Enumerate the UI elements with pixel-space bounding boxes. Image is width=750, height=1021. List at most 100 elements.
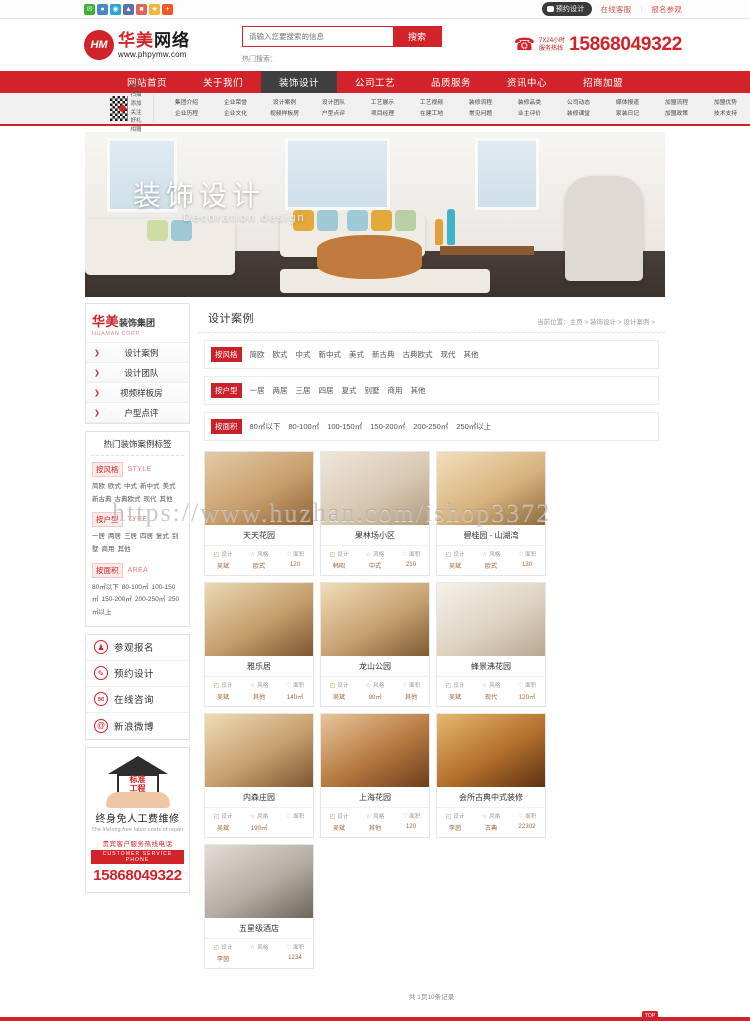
tag-option[interactable]: 150-200㎡ — [102, 596, 132, 603]
subnav-column-10[interactable]: 加盟流程 加盟政策 — [652, 98, 701, 119]
sidebar-item-2[interactable]: ❯ 视频样板房 — [86, 383, 189, 403]
tag-option[interactable]: 欧式 — [108, 483, 121, 490]
tag-option[interactable]: 一居 — [92, 533, 105, 540]
subnav-column-9[interactable]: 媒体报道 家装日记 — [603, 98, 652, 119]
filter-option[interactable]: 其他 — [411, 386, 426, 395]
tag-option[interactable]: 其他 — [160, 496, 173, 503]
weibo-icon[interactable]: ◉ — [110, 3, 121, 15]
filter-option[interactable]: 80-100㎡ — [288, 422, 319, 431]
tag-option[interactable]: 复式 — [156, 533, 169, 540]
case-card[interactable]: 碧桂园 - 山湖湾 ◰ 设计 吴斌 ☆ 风格 欧式 ♡ 面积 130 — [436, 451, 546, 576]
case-thumbnail[interactable] — [437, 583, 545, 656]
subnav-link-top-8[interactable]: 公司动态 — [554, 98, 603, 109]
case-thumbnail[interactable] — [321, 583, 429, 656]
subnav-column-5[interactable]: 工艺视频 在建工地 — [407, 98, 456, 119]
subnav-link-top-5[interactable]: 工艺视频 — [407, 98, 456, 109]
favorite-icon[interactable]: ★ — [149, 3, 160, 15]
subnav-link-bottom-4[interactable]: 项目经理 — [358, 109, 407, 120]
subnav-column-0[interactable]: 集团介绍 企业历程 — [162, 98, 211, 119]
subnav-link-bottom-6[interactable]: 常见问题 — [456, 109, 505, 120]
top-link-signup[interactable]: 报名参观 — [651, 4, 682, 15]
filter-option[interactable]: 其他 — [464, 350, 479, 359]
case-thumbnail[interactable] — [205, 714, 313, 787]
tag-option[interactable]: 200-250㎡ — [135, 596, 165, 603]
filter-option[interactable]: 80㎡以下 — [250, 422, 281, 431]
tag-option[interactable]: 中式 — [124, 483, 137, 490]
case-thumbnail[interactable] — [205, 452, 313, 525]
case-card[interactable]: 雅乐居 ◰ 设计 吴斌 ☆ 风格 其他 ♡ 面积 140㎡ — [204, 582, 314, 707]
tag-option[interactable]: 新古典 — [92, 496, 112, 503]
subnav-link-top-0[interactable]: 集团介绍 — [162, 98, 211, 109]
tag-option[interactable]: 三居 — [124, 533, 137, 540]
more-share-icon[interactable]: + — [162, 3, 173, 15]
qq-icon[interactable]: ● — [97, 3, 108, 15]
subnav-link-bottom-10[interactable]: 加盟政策 — [652, 109, 701, 120]
filter-option[interactable]: 古典欧式 — [403, 350, 433, 359]
case-card[interactable]: 蜂景沸花园 ◰ 设计 吴斌 ☆ 风格 现代 ♡ 面积 120㎡ — [436, 582, 546, 707]
nav-item-0[interactable]: 网站首页 — [109, 71, 185, 93]
nav-item-4[interactable]: 品质服务 — [413, 71, 489, 93]
search-input[interactable] — [243, 27, 393, 46]
filter-option[interactable]: 复式 — [342, 386, 357, 395]
service-item-1[interactable]: ✎ 预约设计 — [86, 661, 189, 687]
filter-option[interactable]: 简欧 — [250, 350, 265, 359]
subnav-link-bottom-5[interactable]: 在建工地 — [407, 109, 456, 120]
subnav-column-8[interactable]: 公司动态 装修课堂 — [554, 98, 603, 119]
case-thumbnail[interactable] — [205, 845, 313, 918]
service-item-2[interactable]: ✉ 在线咨询 — [86, 687, 189, 713]
filter-option[interactable]: 三居 — [296, 386, 311, 395]
filter-option[interactable]: 中式 — [296, 350, 311, 359]
tag-option[interactable]: 两居 — [108, 533, 121, 540]
nav-item-2[interactable]: 装饰设计 — [261, 71, 337, 93]
tag-option[interactable]: 80-100㎡ — [122, 584, 149, 591]
tag-option[interactable]: 古典欧式 — [115, 496, 141, 503]
wechat-icon[interactable]: ✉ — [84, 3, 95, 15]
subnav-link-top-9[interactable]: 媒体报道 — [603, 98, 652, 109]
nav-item-3[interactable]: 公司工艺 — [337, 71, 413, 93]
sidebar-item-3[interactable]: ❯ 户型点评 — [86, 403, 189, 423]
subnav-column-1[interactable]: 企业荣誉 企业文化 — [211, 98, 260, 119]
subnav-link-top-1[interactable]: 企业荣誉 — [211, 98, 260, 109]
douban-icon[interactable]: ■ — [136, 3, 147, 15]
tag-option[interactable]: 现代 — [144, 496, 157, 503]
service-item-3[interactable]: @ 新浪微博 — [86, 713, 189, 739]
site-logo[interactable]: HM 华美网络 www.phpymw.com — [84, 30, 190, 60]
filter-option[interactable]: 150-200㎡ — [370, 422, 405, 431]
case-card[interactable]: 上海花园 ◰ 设计 吴斌 ☆ 风格 其他 ♡ 面积 120 — [320, 713, 430, 838]
subnav-link-bottom-8[interactable]: 装修课堂 — [554, 109, 603, 120]
filter-option[interactable]: 两居 — [273, 386, 288, 395]
subnav-column-7[interactable]: 装修品类 业主评价 — [505, 98, 554, 119]
case-card[interactable]: 龙山公园 ◰ 设计 吴斌 ☆ 风格 90㎡ ♡ 面积 其他 — [320, 582, 430, 707]
filter-option[interactable]: 新中式 — [319, 350, 342, 359]
subnav-link-top-11[interactable]: 加盟优势 — [701, 98, 750, 109]
subnav-column-6[interactable]: 装修流程 常见问题 — [456, 98, 505, 119]
tag-option[interactable]: 四居 — [140, 533, 153, 540]
subnav-link-bottom-11[interactable]: 技术支持 — [701, 109, 750, 120]
subnav-link-bottom-2[interactable]: 视频样板房 — [260, 109, 309, 120]
search-button[interactable]: 搜索 — [393, 27, 441, 46]
filter-option[interactable]: 250㎡以上 — [456, 422, 491, 431]
subnav-column-2[interactable]: 设计案例 视频样板房 — [260, 98, 309, 119]
filter-option[interactable]: 四居 — [319, 386, 334, 395]
case-card[interactable]: 天天花园 ◰ 设计 吴斌 ☆ 风格 欧式 ♡ 面积 120 — [204, 451, 314, 576]
subnav-link-top-4[interactable]: 工艺展示 — [358, 98, 407, 109]
filter-option[interactable]: 一居 — [250, 386, 265, 395]
nav-item-5[interactable]: 资讯中心 — [489, 71, 565, 93]
service-item-0[interactable]: ♟ 参观报名 — [86, 635, 189, 661]
top-link-service[interactable]: 在线客服 — [601, 4, 632, 15]
filter-option[interactable]: 100-150㎡ — [327, 422, 362, 431]
case-card[interactable]: 果林场小区 ◰ 设计 韩昭 ☆ 风格 中式 ♡ 面积 210 — [320, 451, 430, 576]
filter-option[interactable]: 欧式 — [273, 350, 288, 359]
case-thumbnail[interactable] — [437, 714, 545, 787]
renren-icon[interactable]: ▲ — [123, 3, 134, 15]
tag-option[interactable]: 新中式 — [140, 483, 160, 490]
tag-option[interactable]: 商用 — [102, 546, 115, 553]
subnav-link-bottom-1[interactable]: 企业文化 — [211, 109, 260, 120]
subnav-column-4[interactable]: 工艺展示 项目经理 — [358, 98, 407, 119]
case-card[interactable]: 会所古典中式装修 ◰ 设计 李茵 ☆ 风格 古典 ♡ 面积 22302 — [436, 713, 546, 838]
subnav-link-top-6[interactable]: 装修流程 — [456, 98, 505, 109]
sidebar-item-0[interactable]: ❯ 设计案例 — [86, 343, 189, 363]
subnav-link-bottom-0[interactable]: 企业历程 — [162, 109, 211, 120]
case-thumbnail[interactable] — [437, 452, 545, 525]
filter-option[interactable]: 新古典 — [372, 350, 395, 359]
